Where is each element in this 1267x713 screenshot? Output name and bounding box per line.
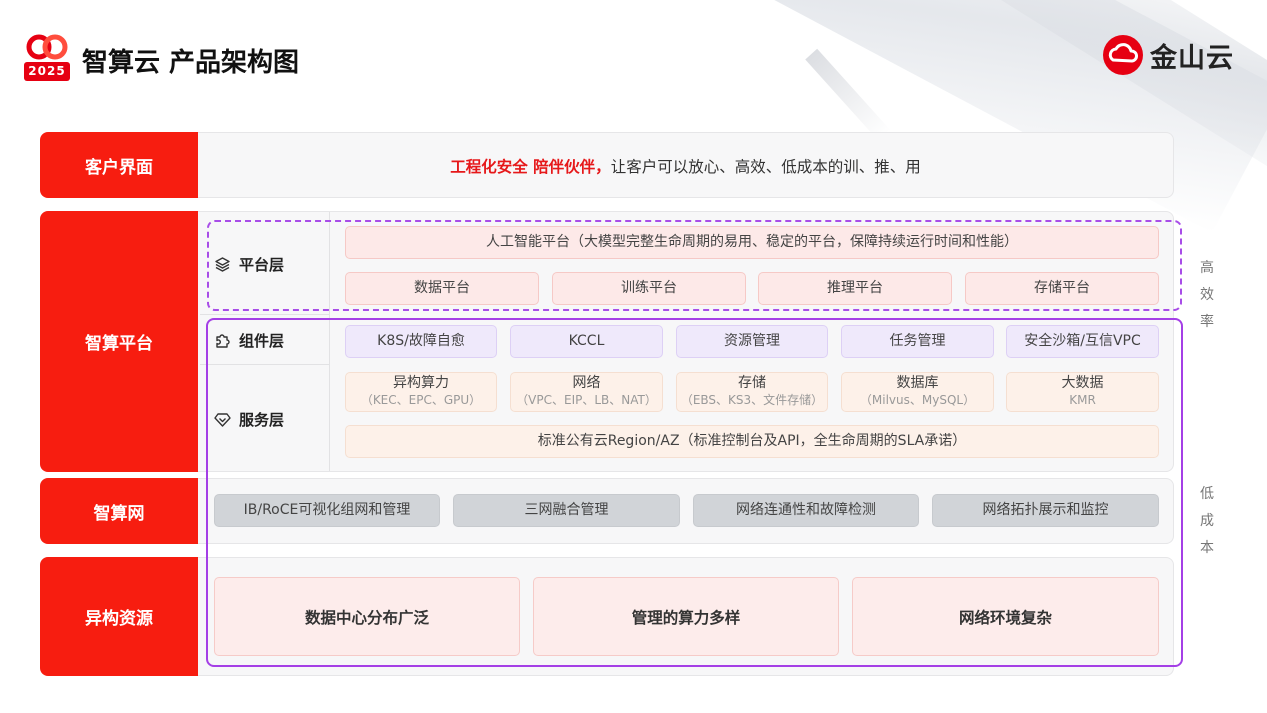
layer-separator — [200, 314, 329, 315]
side-char: 本 — [1200, 540, 1214, 556]
brand-logo: 金山云 — [1102, 33, 1242, 77]
low-cost-frame — [206, 318, 1183, 667]
side-label-low-cost: 低 成 本 — [1198, 481, 1216, 562]
customer-text: 让客户可以放心、高效、低成本的训、推、用 — [610, 158, 921, 176]
side-char: 成 — [1200, 513, 1214, 529]
high-efficiency-frame — [207, 220, 1182, 311]
brand-name: 金山云 — [1150, 42, 1234, 74]
side-char: 率 — [1200, 314, 1214, 330]
customer-highlight: 工程化安全 陪伴伙伴， — [450, 158, 611, 176]
row-label-platform: 智算平台 — [40, 211, 198, 472]
row-label-customer: 客户界面 — [40, 132, 198, 198]
row-label-network: 智算网 — [40, 478, 198, 544]
side-label-high-efficiency: 高 效 率 — [1198, 255, 1216, 336]
page-title: 智算云 产品架构图 — [82, 48, 300, 78]
side-char: 低 — [1200, 486, 1214, 502]
background-streak — [805, 48, 891, 142]
cloud-logo-icon — [1103, 35, 1143, 75]
customer-statement: 工程化安全 陪伴伙伴，让客户可以放心、高效、低成本的训、推、用 — [198, 155, 1173, 177]
rings-icon — [26, 34, 68, 60]
event-logo: 2025 — [24, 34, 70, 84]
logo-year: 2025 — [24, 62, 70, 81]
side-char: 效 — [1200, 287, 1214, 303]
customer-panel: 工程化安全 陪伴伙伴，让客户可以放心、高效、低成本的训、推、用 — [198, 132, 1174, 198]
side-char: 高 — [1200, 260, 1214, 276]
row-label-resources: 异构资源 — [40, 557, 198, 676]
